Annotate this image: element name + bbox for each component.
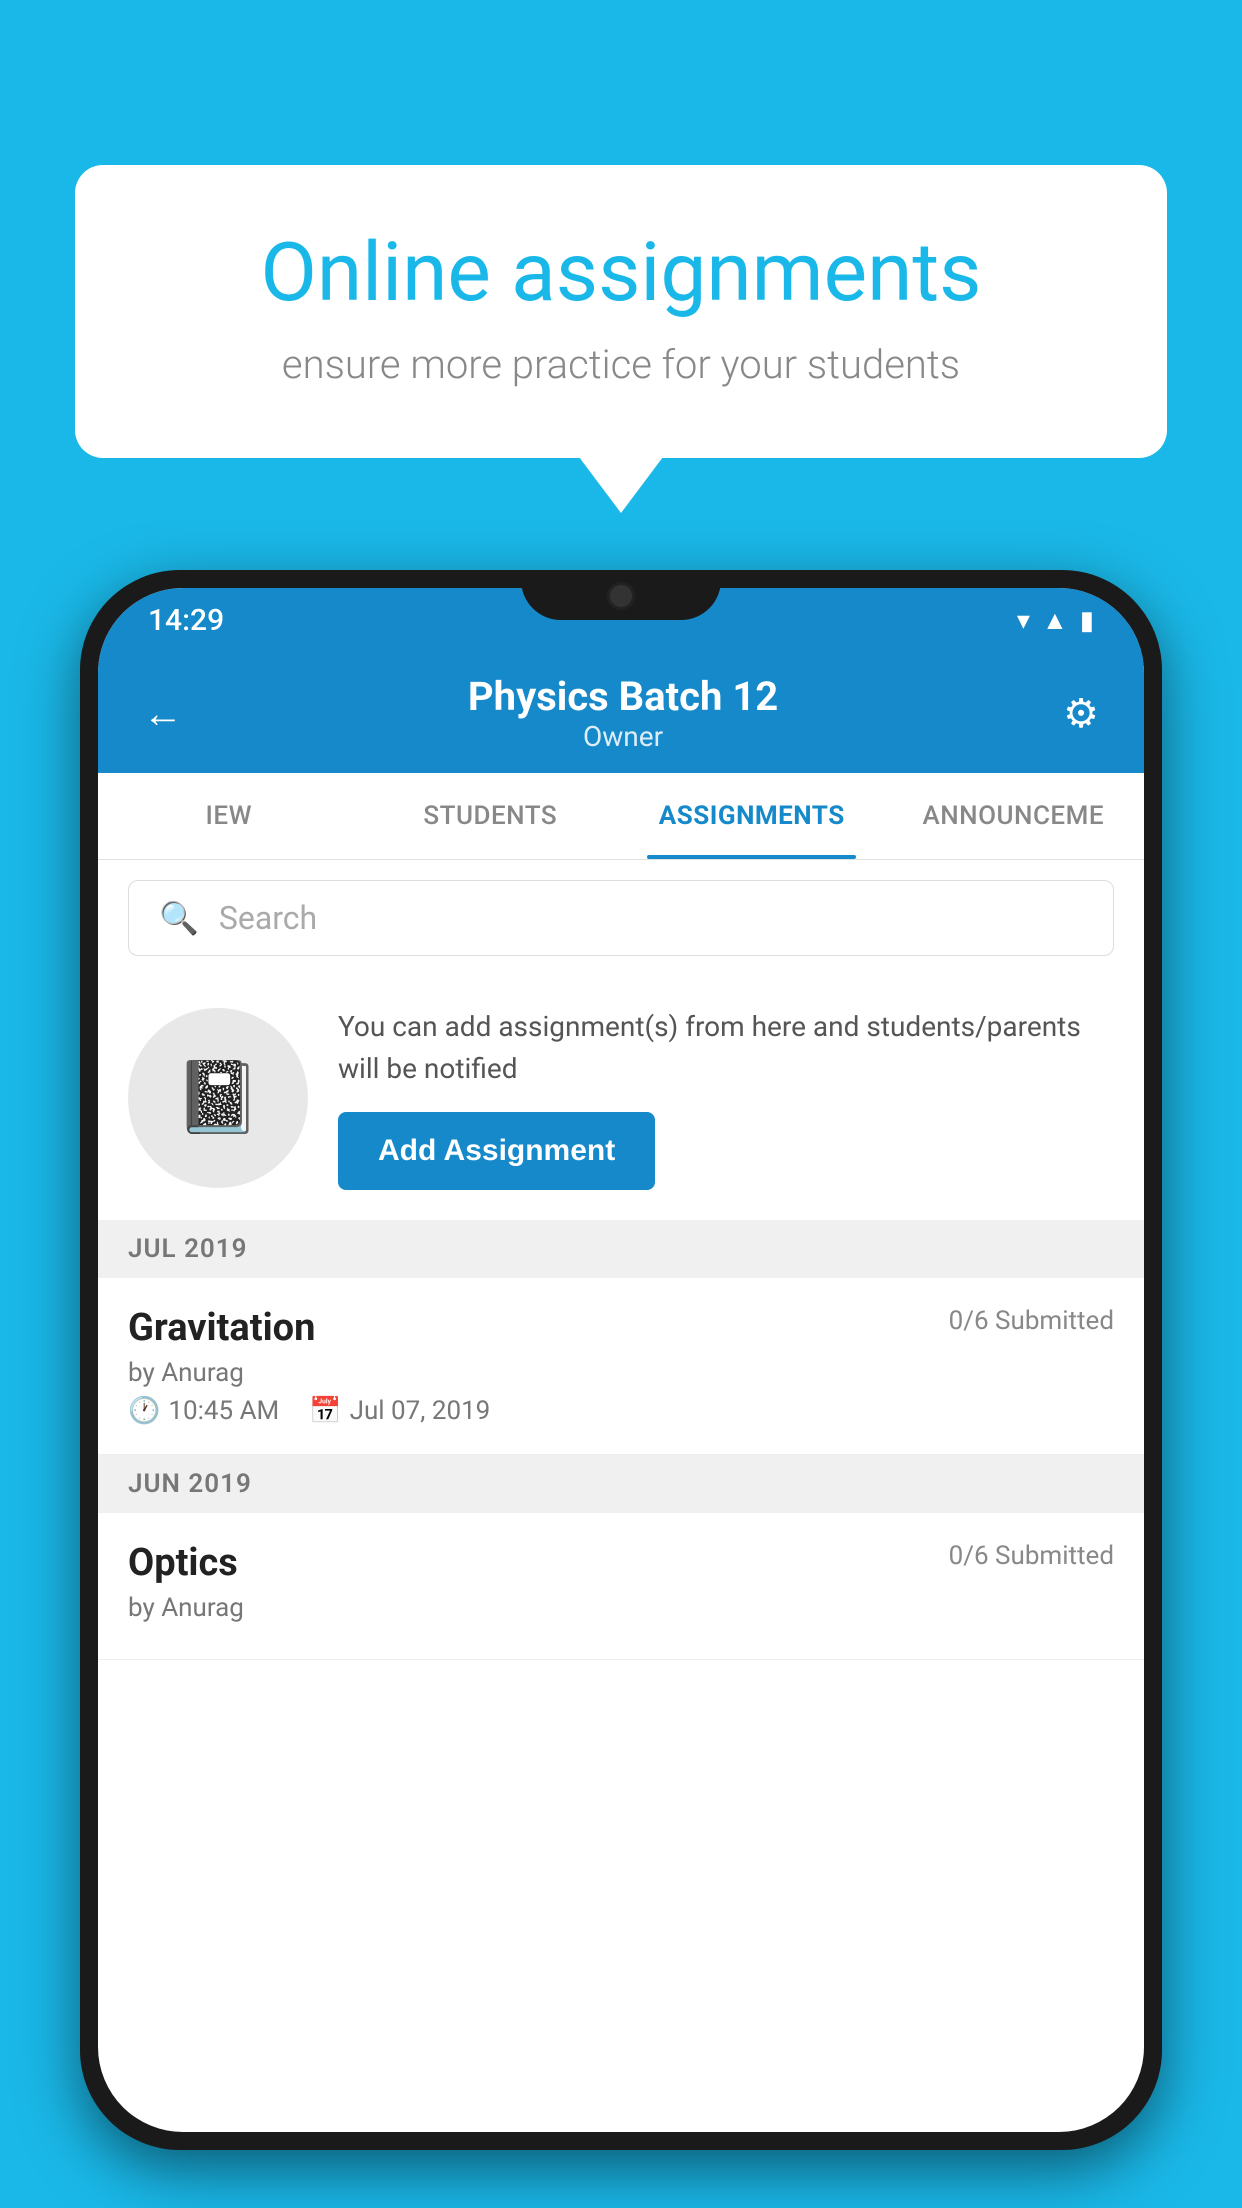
status-icons: ▾ ▲ ▮ — [1017, 605, 1094, 636]
submitted-count: 0/6 Submitted — [949, 1306, 1114, 1336]
assignment-item-optics[interactable]: Optics 0/6 Submitted by Anurag — [98, 1513, 1144, 1660]
back-button[interactable]: ← — [143, 690, 183, 737]
search-bar[interactable]: 🔍 Search — [128, 880, 1114, 956]
header-subtitle: Owner — [468, 720, 778, 753]
phone-camera — [607, 582, 635, 610]
tab-students[interactable]: STUDENTS — [360, 773, 622, 859]
assignment-by-optics: by Anurag — [128, 1593, 1114, 1623]
bubble-subtitle: ensure more practice for your students — [155, 341, 1087, 388]
notebook-icon: 📓 — [174, 1057, 261, 1139]
tab-announcements[interactable]: ANNOUNCEME — [883, 773, 1145, 859]
add-assignment-promo: 📓 You can add assignment(s) from here an… — [98, 976, 1144, 1220]
assignment-by: by Anurag — [128, 1358, 1114, 1388]
promo-right: You can add assignment(s) from here and … — [338, 1006, 1114, 1190]
bubble-title: Online assignments — [155, 225, 1087, 321]
clock-icon: 🕐 — [128, 1396, 160, 1426]
assignment-time-date: 🕐 10:45 AM 📅 Jul 07, 2019 — [128, 1396, 1114, 1426]
search-container: 🔍 Search — [98, 860, 1144, 976]
status-time: 14:29 — [148, 603, 224, 638]
month-section-jun: JUN 2019 — [98, 1455, 1144, 1513]
tabs-bar: IEW STUDENTS ASSIGNMENTS ANNOUNCEME — [98, 773, 1144, 860]
header-title: Physics Batch 12 — [468, 673, 778, 720]
assignment-time: 10:45 AM — [168, 1396, 279, 1426]
assignment-header: Gravitation 0/6 Submitted — [128, 1306, 1114, 1350]
phone-container: 14:29 ▾ ▲ ▮ ← Physics Batch 12 Owner ⚙ I… — [80, 570, 1162, 2208]
phone-screen: 14:29 ▾ ▲ ▮ ← Physics Batch 12 Owner ⚙ I… — [98, 588, 1144, 2132]
search-icon: 🔍 — [159, 899, 199, 937]
wifi-icon: ▾ — [1017, 606, 1030, 636]
promo-text: You can add assignment(s) from here and … — [338, 1006, 1114, 1090]
assignment-name: Gravitation — [128, 1306, 315, 1350]
add-assignment-button[interactable]: Add Assignment — [338, 1112, 655, 1190]
phone-notch — [521, 570, 721, 620]
header-center: Physics Batch 12 Owner — [468, 673, 778, 753]
app-header: ← Physics Batch 12 Owner ⚙ — [98, 653, 1144, 773]
signal-icon: ▲ — [1042, 605, 1068, 636]
search-placeholder: Search — [219, 899, 317, 937]
phone-outer: 14:29 ▾ ▲ ▮ ← Physics Batch 12 Owner ⚙ I… — [80, 570, 1162, 2150]
assignment-date: Jul 07, 2019 — [350, 1396, 491, 1426]
calendar-icon: 📅 — [309, 1396, 341, 1426]
time-item: 🕐 10:45 AM — [128, 1396, 279, 1426]
speech-bubble: Online assignments ensure more practice … — [75, 165, 1167, 458]
tab-assignments[interactable]: ASSIGNMENTS — [621, 773, 883, 859]
assignment-name-optics: Optics — [128, 1541, 238, 1585]
tab-overview[interactable]: IEW — [98, 773, 360, 859]
battery-icon: ▮ — [1080, 606, 1094, 636]
promo-icon-circle: 📓 — [128, 1008, 308, 1188]
submitted-count-optics: 0/6 Submitted — [949, 1541, 1114, 1571]
gear-icon[interactable]: ⚙ — [1063, 690, 1099, 737]
assignment-item-gravitation[interactable]: Gravitation 0/6 Submitted by Anurag 🕐 10… — [98, 1278, 1144, 1455]
assignment-header-optics: Optics 0/6 Submitted — [128, 1541, 1114, 1585]
month-section-jul: JUL 2019 — [98, 1220, 1144, 1278]
date-item: 📅 Jul 07, 2019 — [309, 1396, 490, 1426]
